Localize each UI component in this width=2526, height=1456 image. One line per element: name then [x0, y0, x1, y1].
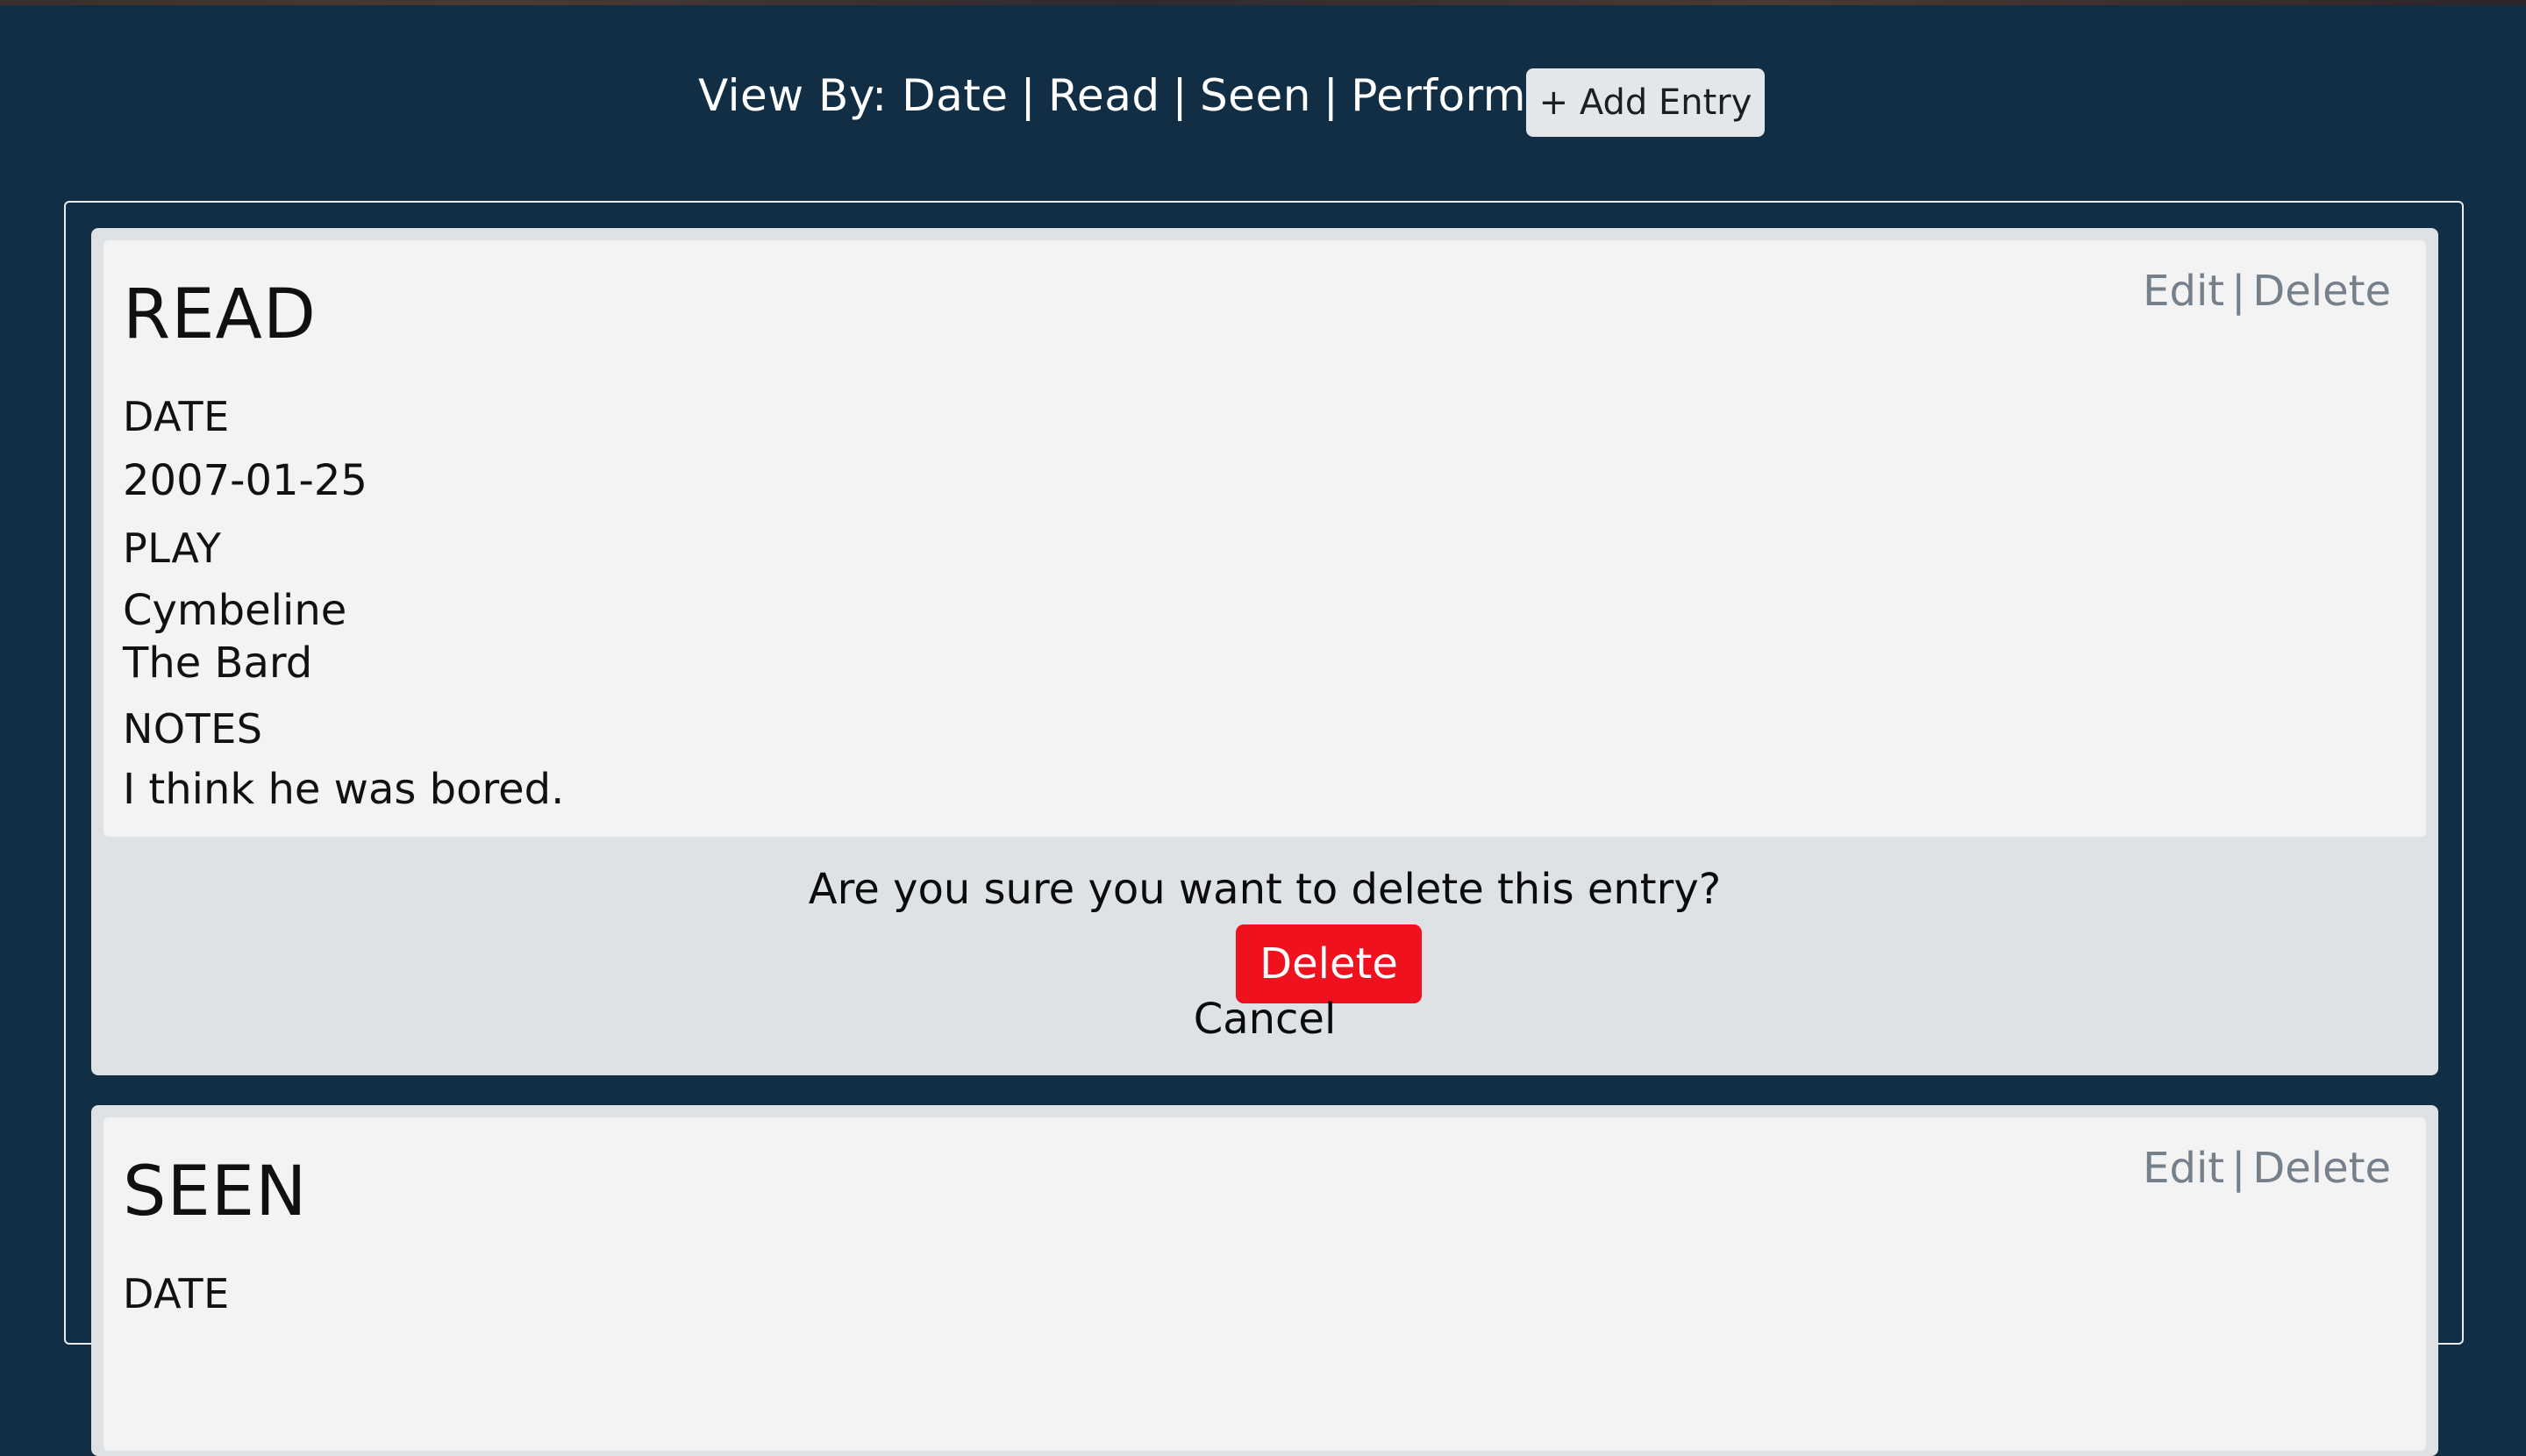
delete-link[interactable]: Delete	[2252, 1144, 2391, 1193]
notes-label: NOTES	[123, 705, 263, 753]
separator: |	[2231, 267, 2246, 316]
separator: |	[1020, 70, 1036, 121]
confirm-delete-button[interactable]: Delete	[1236, 924, 1422, 1003]
entry-type-heading: SEEN	[123, 1153, 308, 1231]
entry-actions: Edit | Delete	[2143, 1144, 2391, 1193]
view-by-date-link[interactable]: Date	[902, 70, 1009, 121]
play-title: Cymbeline	[123, 586, 347, 635]
edit-link[interactable]: Edit	[2143, 267, 2224, 316]
entry-type-heading: READ	[123, 275, 317, 354]
date-value: 2007-01-25	[123, 456, 367, 505]
cancel-delete-link[interactable]: Cancel	[91, 995, 2438, 1044]
date-label: DATE	[123, 1270, 230, 1317]
delete-confirm-message: Are you sure you want to delete this ent…	[808, 865, 1722, 914]
separator: |	[1323, 70, 1339, 121]
notes-value: I think he was bored.	[123, 765, 565, 814]
entry-actions: Edit | Delete	[2143, 267, 2391, 316]
entry-details: SEEN Edit | Delete DATE	[103, 1117, 2426, 1451]
entry-details: READ Edit | Delete DATE 2007-01-25 PLAY Cy…	[103, 240, 2426, 837]
play-label: PLAY	[123, 525, 222, 572]
separator: |	[2231, 1144, 2246, 1193]
edit-link[interactable]: Edit	[2143, 1144, 2224, 1193]
view-by-label: View By:	[698, 70, 888, 121]
entry-card-read: READ Edit | Delete DATE 2007-01-25 PLAY Cy…	[91, 228, 2438, 1075]
separator: |	[1172, 70, 1188, 121]
delete-link[interactable]: Delete	[2252, 267, 2391, 316]
top-image-strip	[0, 0, 2526, 5]
date-label: DATE	[123, 393, 230, 440]
entries-container: READ Edit | Delete DATE 2007-01-25 PLAY Cy…	[64, 201, 2464, 1456]
view-by-seen-link[interactable]: Seen	[1200, 70, 1311, 121]
entry-card-seen: SEEN Edit | Delete DATE	[91, 1105, 2438, 1456]
view-by-read-link[interactable]: Read	[1048, 70, 1160, 121]
view-nav: View By: Date | Read | Seen | Performed + Add …	[0, 63, 2526, 142]
play-author: The Bard	[123, 639, 313, 688]
view-by-bar: View By: Date | Read | Seen | Performed	[698, 70, 1582, 121]
add-entry-button[interactable]: + Add Entry	[1526, 68, 1765, 137]
